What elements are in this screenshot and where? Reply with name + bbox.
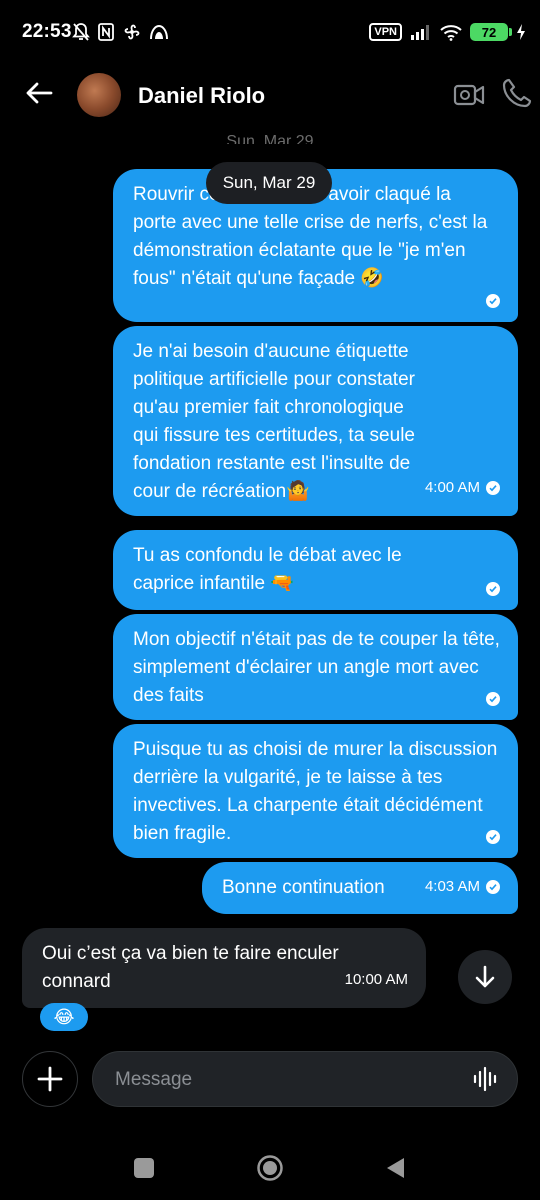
read-check-icon xyxy=(486,692,500,706)
phone-call-icon[interactable] xyxy=(500,76,534,110)
message-bubble-outgoing[interactable]: Bonne continuation 4:03 AM xyxy=(202,862,518,914)
read-check-icon xyxy=(486,880,500,894)
message-meta xyxy=(486,582,500,596)
status-system-icons: VPN 72 xyxy=(369,20,526,44)
message-meta: 10:00 AM xyxy=(345,966,408,994)
status-time: 22:53 xyxy=(22,21,72,42)
message-text: Puisque tu as choisi de murer la discuss… xyxy=(133,739,498,844)
status-bar: 22:53 VPN 72 xyxy=(0,0,540,62)
battery-icon: 72 xyxy=(470,23,512,41)
contact-name[interactable]: Daniel Riolo xyxy=(138,83,265,109)
message-composer xyxy=(92,1051,518,1107)
message-input[interactable] xyxy=(113,1052,457,1107)
message-meta xyxy=(486,294,500,308)
message-text: Je n'ai besoin d'aucune étiquette politi… xyxy=(133,341,415,502)
scroll-to-bottom-button[interactable] xyxy=(458,950,512,1004)
video-call-icon[interactable] xyxy=(452,78,486,112)
message-text: Mon objectif n'était pas de te couper la… xyxy=(133,629,500,706)
message-text: Oui c’est ça va bien te faire enculer co… xyxy=(42,943,339,992)
mute-bell-icon xyxy=(72,23,90,41)
charging-icon xyxy=(517,24,525,40)
fan-app-icon xyxy=(124,24,140,40)
add-attachment-button[interactable] xyxy=(22,1051,78,1107)
back-arrow-icon[interactable] xyxy=(22,76,56,110)
date-chip: Sun, Mar 29 xyxy=(206,162,332,204)
recents-button[interactable] xyxy=(134,1158,154,1178)
vpn-badge: VPN xyxy=(369,23,402,41)
message-bubble-outgoing[interactable]: Je n'ai besoin d'aucune étiquette politi… xyxy=(113,326,518,516)
read-check-icon xyxy=(486,481,500,495)
battery-level: 72 xyxy=(481,24,497,40)
wifi-icon xyxy=(440,24,462,41)
message-meta: 4:03 AM xyxy=(425,873,500,901)
nfc-icon xyxy=(98,23,114,41)
voice-waveform-icon[interactable] xyxy=(473,1066,497,1092)
message-text: Tu as confondu le débat avec le caprice … xyxy=(133,545,402,594)
system-navigation-bar xyxy=(0,1140,540,1200)
read-check-icon xyxy=(486,582,500,596)
plus-icon xyxy=(37,1066,63,1092)
message-time: 10:00 AM xyxy=(344,971,408,988)
message-bubble-outgoing[interactable]: Mon objectif n'était pas de te couper la… xyxy=(113,614,518,720)
read-check-icon xyxy=(486,294,500,308)
message-meta xyxy=(486,830,500,844)
app-notification-icon xyxy=(150,24,168,40)
status-notification-icons xyxy=(72,21,169,43)
date-separator: Sun, Mar 29 xyxy=(226,133,314,144)
message-meta xyxy=(486,692,500,706)
message-time: 4:00 AM xyxy=(424,479,480,496)
home-button[interactable] xyxy=(256,1154,284,1182)
message-meta: 4:00 AM xyxy=(425,474,500,502)
contact-avatar[interactable] xyxy=(77,73,121,117)
message-reaction[interactable]: 😂 xyxy=(40,1003,88,1031)
message-time: 4:03 AM xyxy=(424,878,480,895)
read-check-icon xyxy=(486,830,500,844)
conversation-header: Daniel Riolo xyxy=(0,62,540,130)
message-bubble-outgoing[interactable]: Puisque tu as choisi de murer la discuss… xyxy=(113,724,518,858)
signal-icon xyxy=(411,25,429,40)
system-back-button[interactable] xyxy=(384,1156,408,1180)
message-bubble-incoming[interactable]: Oui c’est ça va bien te faire enculer co… xyxy=(22,928,426,1008)
message-bubble-outgoing[interactable]: Tu as confondu le débat avec le caprice … xyxy=(113,530,518,610)
arrow-down-icon xyxy=(475,965,495,988)
